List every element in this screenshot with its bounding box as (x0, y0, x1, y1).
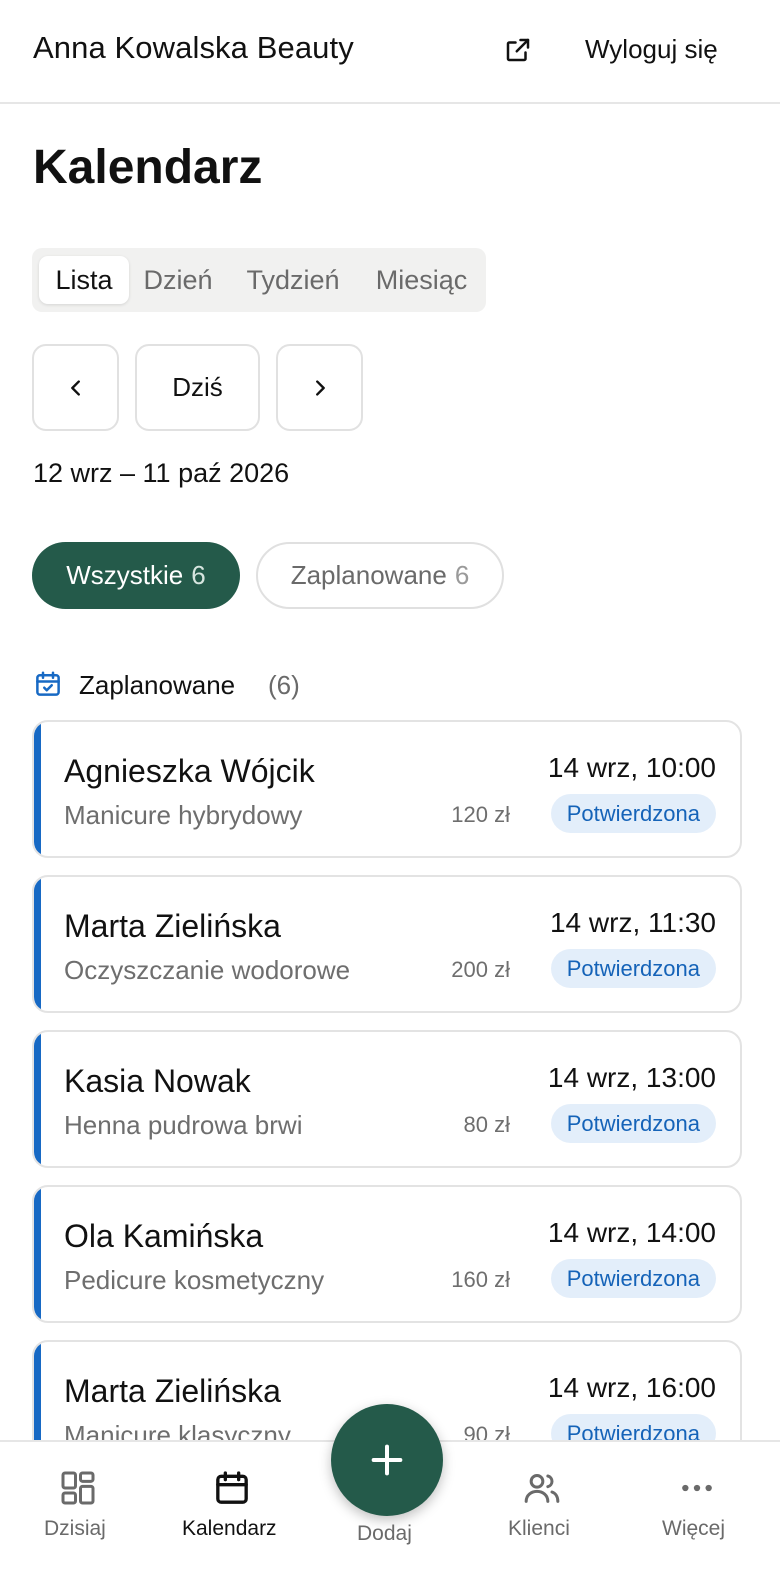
status-bar (34, 1187, 41, 1321)
filter-chip-scheduled[interactable]: Zaplanowane 6 (256, 542, 504, 609)
client-name: Kasia Nowak (64, 1063, 251, 1099)
chevron-left-icon (70, 379, 80, 396)
plus-icon (371, 1444, 403, 1476)
status-badge: Potwierdzona (550, 1104, 716, 1143)
appointment-card[interactable]: Marta Zielińska Oczyszczanie wodorowe 14… (32, 875, 742, 1013)
next-period-button[interactable] (276, 344, 363, 431)
filter-label: Zaplanowane (290, 560, 447, 590)
appointment-datetime: 14 wrz, 11:30 (549, 907, 716, 938)
service-name: Oczyszczanie wodorowe (64, 955, 351, 985)
today-label: Dziś (172, 372, 223, 402)
page-title: Kalendarz (33, 141, 263, 194)
client-name: Marta Zielińska (64, 908, 281, 944)
status-badge: Potwierdzona (550, 1259, 716, 1298)
appointment-datetime: 14 wrz, 14:00 (547, 1217, 716, 1248)
service-name: Manicure hybrydowy (64, 800, 303, 830)
appointment-card[interactable]: Kasia Nowak Henna pudrowa brwi 14 wrz, 1… (32, 1030, 742, 1168)
appointment-datetime: 14 wrz, 16:00 (547, 1372, 716, 1403)
service-name: Henna pudrowa brwi (64, 1110, 303, 1140)
section-count: (6) (268, 670, 300, 700)
more-dots-icon (682, 1484, 712, 1492)
filter-count: 6 (191, 560, 206, 590)
dashboard-grid-icon (61, 1471, 95, 1505)
logout-button[interactable]: Wyloguj się (585, 34, 718, 65)
section-title: Zaplanowane (79, 670, 236, 700)
calendar-check-icon (36, 671, 60, 696)
appointment-card[interactable]: Ola Kamińska Pedicure kosmetyczny 14 wrz… (32, 1185, 742, 1323)
add-label: Dodaj (357, 1522, 412, 1545)
calendar-icon (216, 1471, 248, 1504)
prev-period-button[interactable] (32, 344, 119, 431)
today-button[interactable]: Dziś (135, 344, 260, 431)
nav-item-klienci[interactable]: Klienci (490, 1442, 600, 1580)
appointment-datetime: 14 wrz, 10:00 (547, 752, 716, 783)
tab-miesiac[interactable]: Miesiąc (364, 256, 479, 304)
appointment-price: 80 zł (463, 1112, 510, 1137)
users-icon (524, 1474, 560, 1503)
nav-item-kalendarz[interactable]: Kalendarz (170, 1442, 295, 1580)
nav-label: Więcej (662, 1517, 726, 1540)
appointment-price: 120 zł (451, 802, 510, 827)
nav-label: Klienci (508, 1517, 570, 1540)
nav-item-wiecej[interactable]: Więcej (640, 1442, 755, 1580)
chevron-right-icon (315, 379, 325, 396)
appointment-price: 200 zł (451, 957, 510, 982)
nav-label: Dzisiaj (44, 1517, 106, 1540)
nav-label: Kalendarz (182, 1517, 277, 1540)
top-bar: Anna Kowalska Beauty Wyloguj się (0, 0, 780, 104)
brand-name: Anna Kowalska Beauty (33, 30, 354, 65)
filter-chip-all[interactable]: Wszystkie 6 (32, 542, 240, 609)
external-link-icon[interactable] (503, 35, 533, 65)
date-range: 12 wrz – 11 paź 2026 (33, 458, 290, 488)
appointment-price: 160 zł (451, 1267, 510, 1292)
client-name: Agnieszka Wójcik (64, 753, 315, 789)
add-appointment-button[interactable] (331, 1404, 443, 1516)
client-name: Marta Zielińska (64, 1373, 281, 1409)
tab-dzien[interactable]: Dzień (133, 256, 223, 304)
tab-lista[interactable]: Lista (39, 256, 129, 304)
service-name: Pedicure kosmetyczny (64, 1265, 325, 1295)
client-name: Ola Kamińska (64, 1218, 264, 1254)
filter-count: 6 (454, 560, 470, 590)
tab-tydzien[interactable]: Tydzień (232, 256, 354, 304)
status-bar (34, 877, 41, 1011)
view-switcher: Lista Dzień Tydzień Miesiąc (32, 248, 486, 312)
appointment-card[interactable]: Agnieszka Wójcik Manicure hybrydowy 14 w… (32, 720, 742, 858)
status-badge: Potwierdzona (550, 794, 716, 833)
status-bar (34, 1032, 41, 1166)
status-badge: Potwierdzona (550, 949, 716, 988)
nav-item-dzisiaj[interactable]: Dzisiaj (20, 1442, 135, 1580)
filter-label: Wszystkie (66, 560, 184, 590)
appointment-datetime: 14 wrz, 13:00 (547, 1062, 716, 1093)
status-bar (34, 722, 41, 856)
